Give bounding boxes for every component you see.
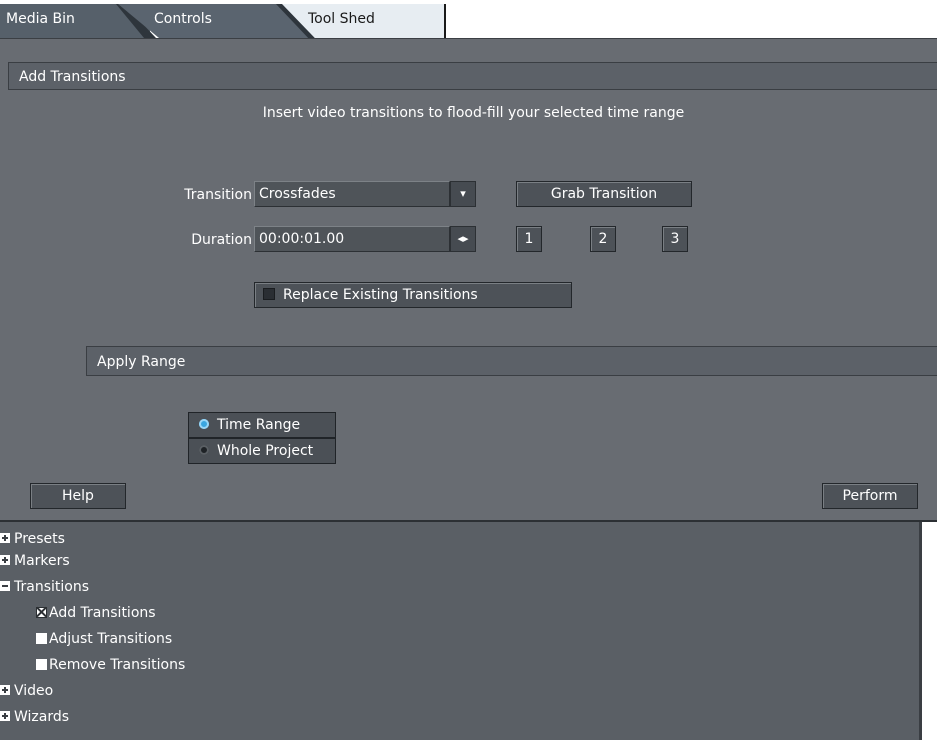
transition-select[interactable]: Crossfades — [254, 181, 450, 207]
tree-item-markers[interactable]: Markers — [0, 548, 70, 574]
tree-item-video[interactable]: Video — [0, 678, 53, 704]
tool-panel: Add Transitions Insert video transitions… — [0, 38, 937, 521]
transition-label: Transition — [184, 187, 252, 203]
expand-plus-icon[interactable] — [0, 533, 10, 543]
tree-item-label: Wizards — [14, 709, 70, 725]
tree-item-label: Remove Transitions — [49, 657, 186, 673]
expand-plus-icon[interactable] — [0, 685, 10, 695]
tree-item-label: Transitions — [14, 579, 89, 595]
expand-plus-icon[interactable] — [0, 555, 10, 565]
preset-3-button[interactable]: 3 — [662, 226, 688, 252]
radio-whole-project-label: Whole Project — [217, 443, 314, 459]
replace-existing-label: Replace Existing Transitions — [283, 287, 478, 303]
radio-time-range[interactable]: Time Range — [188, 412, 336, 438]
tree-item-adjust-transitions[interactable]: Adjust Transitions — [36, 626, 172, 652]
checked-box-icon — [36, 606, 47, 618]
duration-field[interactable]: 00:00:01.00 — [254, 226, 450, 252]
collapse-minus-icon[interactable] — [0, 581, 10, 591]
tree-scrollbar[interactable] — [919, 522, 937, 740]
preset-1-button[interactable]: 1 — [516, 226, 542, 252]
box-icon — [36, 658, 47, 670]
tree-item-label: Presets — [14, 531, 65, 547]
expand-plus-icon[interactable] — [0, 711, 10, 721]
tree-item-label: Add Transitions — [49, 605, 156, 621]
replace-existing-checkbox[interactable]: Replace Existing Transitions — [254, 282, 572, 308]
radio-unselected-icon — [199, 445, 209, 455]
radio-selected-icon — [199, 419, 209, 429]
tree-item-transitions[interactable]: Transitions — [0, 574, 89, 600]
tree-item-remove-transitions[interactable]: Remove Transitions — [36, 652, 185, 678]
help-button[interactable]: Help — [30, 483, 126, 509]
instruction-text: Insert video transitions to flood-fill y… — [262, 105, 685, 121]
tree-item-label: Markers — [14, 553, 70, 569]
checkbox-icon — [263, 288, 275, 300]
grab-transition-button[interactable]: Grab Transition — [516, 181, 692, 207]
tool-tree: Presets Markers Transitions Add Transiti… — [0, 520, 937, 740]
tree-item-label: Adjust Transitions — [49, 631, 173, 647]
preset-2-button[interactable]: 2 — [590, 226, 616, 252]
section-header: Add Transitions — [8, 62, 937, 90]
perform-button[interactable]: Perform — [822, 483, 918, 509]
apply-range-header: Apply Range — [86, 346, 937, 376]
box-icon — [36, 632, 47, 644]
tree-item-add-transitions[interactable]: Add Transitions — [36, 600, 156, 626]
tree-item-label: Video — [14, 683, 54, 699]
duration-stepper-icon[interactable]: ◂▸ — [450, 226, 476, 252]
dropdown-arrow-icon[interactable]: ▾ — [450, 181, 476, 207]
tab-strip: Media Bin Controls Tool Shed — [0, 0, 937, 38]
radio-time-range-label: Time Range — [217, 417, 301, 433]
duration-label: Duration — [191, 232, 252, 248]
tree-item-wizards[interactable]: Wizards — [0, 704, 69, 730]
radio-whole-project[interactable]: Whole Project — [188, 438, 336, 464]
